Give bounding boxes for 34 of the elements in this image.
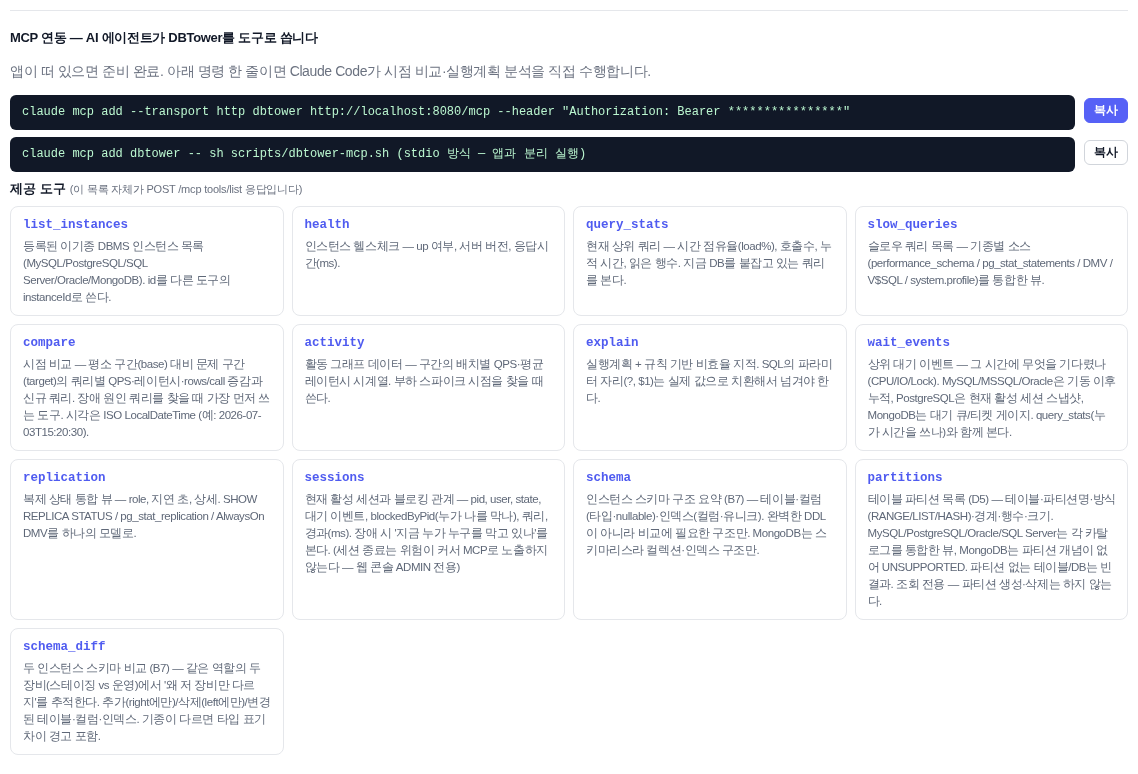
tool-description: 두 인스턴스 스키마 비교 (B7) — 같은 역할의 두 장비(스테이징 vs 운영)에서 '왜 저 장비만 다르지'를 추적한다. 추가(right에만)/삭제(left에만)/변경된 테이블·컬럼·인덱스. 기종이 다르면 타입 표기 차이 경고 포함.: [23, 661, 272, 744]
tool-description: 인스턴스 스키마 구조 요약 (B7) — 테이블·컬럼(타입·nullable)·인덱스(컬럼·유니크). 완벽한 DDL이 아니라 비교에 필요한 구조만. MongoDB는 스키마리스라 컬렉션·인덱스 구조만.: [586, 492, 828, 558]
tool-name: schema_diff: [23, 639, 107, 655]
tool-name: compare: [23, 335, 77, 351]
command-code: claude mcp add --transport http dbtower http://localhost:8080/mcp --header "Authorization: Bearer ****************": [10, 95, 1075, 130]
tool-name: wait_events: [867, 335, 951, 351]
tool-description: 인스턴스 헬스체크 — up 여부, 서버 버전, 응답시간(ms).: [304, 239, 550, 271]
copy-button[interactable]: 복사: [1084, 98, 1128, 123]
tool-description: 테이블 파티션 목록 (D5) — 테이블·파티션명·방식(RANGE/LIST/HASH)·경계·행수·크기. MySQL/PostgreSQL/Oracle/SQL Server는 각 카탈로그를 통합한 뷰, MongoDB는 파티션 개념이 없어 UNSUPPORTED. 파티션 없는 테이블/DB는 빈 결과. 조회 전용 — 파티션 생성·삭제는 하지 않는다.: [867, 492, 1116, 609]
tool-name: list_instances: [23, 217, 130, 233]
tool-name: query_stats: [586, 217, 670, 233]
tool-description: 등록된 이기종 DBMS 인스턴스 목록 (MySQL/PostgreSQL/SQL Server/Oracle/MongoDB). id를 다른 도구의 instanceId로 쓴다.: [23, 239, 232, 305]
tool-name: replication: [23, 470, 107, 486]
tools-heading: 제공 도구: [10, 181, 66, 196]
command-code: claude mcp add dbtower -- sh scripts/dbtower-mcp.sh (stdio 방식 — 앱과 분리 실행): [10, 137, 1075, 172]
tool-name: slow_queries: [867, 217, 959, 233]
tool-description: 상위 대기 이벤트 — 그 시간에 무엇을 기다렸나(CPU/IO/Lock). MySQL/MSSQL/Oracle은 기동 이후 누적, PostgreSQL은 현재 활성 세션 스냅샷, MongoDB는 대기 큐/티켓 게이지. query_stats(누가 시간을 쓰나)와 함께 본다.: [867, 357, 1116, 440]
tool-name: explain: [586, 335, 640, 351]
tool-description: 실행계획 + 규칙 기반 비효율 지적. SQL의 파라미터 자리(?, $1)는 실제 값으로 치환해서 넘겨야 한다.: [586, 357, 834, 406]
tool-name: health: [304, 217, 351, 233]
tool-name: sessions: [304, 470, 366, 486]
tool-description: 슬로우 쿼리 목록 — 기종별 소스(performance_schema / pg_stat_statements / DMV / V$SQL / system.profile)를 통합한 뷰.: [867, 239, 1114, 288]
tool-name: schema: [586, 470, 632, 486]
tool-description: 현재 상위 쿼리 — 시간 점유율(load%), 호출수, 누적 시간, 읽은 행수. 지금 DB를 붙잡고 있는 쿼리를 본다.: [586, 239, 833, 288]
tool-description: 현재 활성 세션과 블로킹 관계 — pid, user, state, 대기 이벤트, blockedByPid(누가 나를 막나), 쿼리, 경과(ms). 장애 시 '지금 누가 누구를 막고 있나'를 본다. (세션 종료는 위험이 커서 MCP로 노출하지 않는다 — 웹 콘솔 ADMIN 전용): [304, 492, 549, 575]
tool-description: 시점 비교 — 평소 구간(base) 대비 문제 구간(target)의 쿼리별 QPS·레이턴시·rows/call 증감과 신규 쿼리. 장애 원인 쿼리를 찾을 때 가장 먼저 쓰는 도구. 시각은 ISO LocalDateTime (예: 2026-07-03T15:20:30).: [23, 357, 271, 440]
copy-button[interactable]: 복사: [1084, 140, 1128, 165]
tool-name: activity: [304, 335, 366, 351]
tool-name: partitions: [867, 470, 944, 486]
tools-note: (이 목록 자체가 POST /mcp tools/list 응답입니다): [69, 183, 303, 195]
tool-description: 활동 그래프 데이터 — 구간의 배치별 QPS·평균 레이턴시 시계열. 부하 스파이크 시점을 찾을 때 쓴다.: [304, 357, 545, 406]
tool-description: 복제 상태 통합 뷰 — role, 지연 초, 상세. SHOW REPLICA STATUS / pg_stat_replication / AlwaysOn DMV를 하나의 모델로.: [23, 492, 266, 541]
section-title: MCP 연동 — AI 에이전트가 DBTower를 도구로 씁니다: [10, 29, 319, 47]
section-subtitle: 앱이 떠 있으면 준비 완료. 아래 명령 한 줄이면 Claude Code가 시점 비교·실행계획 분석을 직접 수행합니다.: [10, 62, 652, 81]
